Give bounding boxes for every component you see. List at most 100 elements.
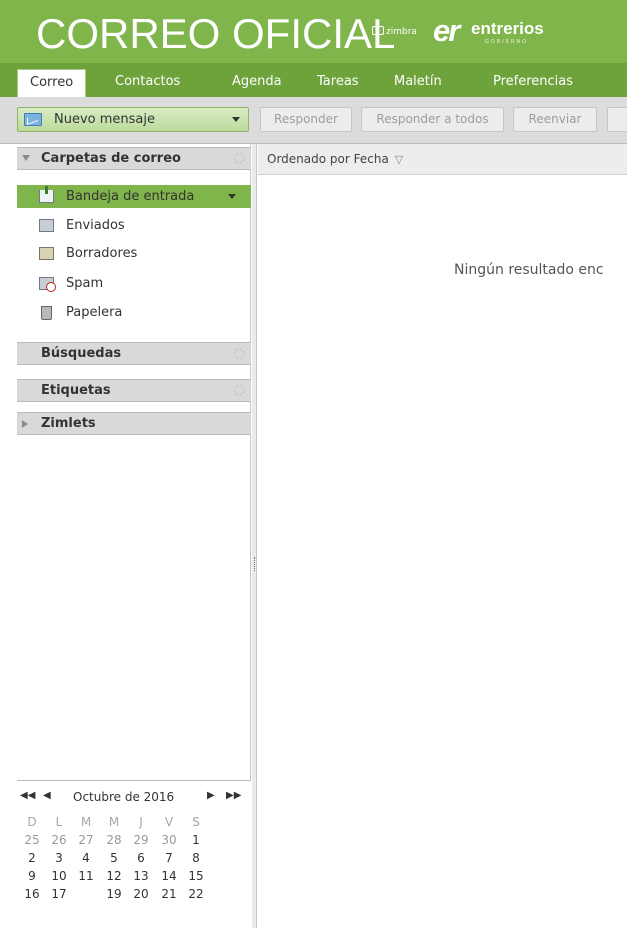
next-year-icon[interactable]: ▶▶ [226,790,241,801]
calendar-day[interactable]: 22 [184,885,208,903]
calendar-day[interactable]: 27 [74,831,98,849]
folder-label: Enviados [66,218,125,233]
calendar-weekday: M [108,815,120,829]
zimlets-label: Zimlets [41,416,96,431]
calendar-day[interactable]: 30 [157,831,181,849]
forward-button[interactable]: Reenviar [513,107,597,132]
calendar-header: ◀◀ ◀ Octubre de 2016 ▶ ▶▶ [17,781,251,813]
calendar-day[interactable]: 19 [102,885,126,903]
gear-icon[interactable] [234,385,245,396]
sort-bar[interactable]: Ordenado por Fecha ▽ [258,144,627,175]
spam-icon [39,277,56,292]
mini-calendar: ◀◀ ◀ Octubre de 2016 ▶ ▶▶ D L M M J V S 25 26 27 2… [17,780,251,928]
calendar-day[interactable]: 11 [74,867,98,885]
tab-preferencias[interactable]: Preferencias [481,69,585,97]
calendar-day[interactable]: 9 [20,867,44,885]
new-message-button[interactable]: Nuevo mensaje [17,107,249,132]
searches-header[interactable]: Búsquedas [17,342,251,365]
calendar-day[interactable]: 1 [184,831,208,849]
calendar-weekday: L [55,815,63,829]
calendar-day[interactable]: 21 [157,885,181,903]
calendar-weekday: S [192,815,200,829]
zimbra-icon [372,26,384,35]
calendar-day[interactable]: 26 [47,831,71,849]
calendar-day[interactable]: 25 [20,831,44,849]
calendar-day[interactable]: 20 [129,885,153,903]
folder-label: Borradores [66,246,138,261]
calendar-day[interactable]: 6 [129,849,153,867]
prev-month-icon[interactable]: ◀ [43,790,51,801]
tags-header[interactable]: Etiquetas [17,379,251,402]
calendar-day[interactable]: 5 [102,849,126,867]
app-header: CORREO OFICIAL zimbra er entrerios GOBIE… [0,0,627,63]
calendar-day[interactable]: 28 [102,831,126,849]
folder-trash[interactable]: Papelera [17,301,251,324]
calendar-week-row: 25 26 27 28 29 30 1 [17,831,251,849]
reply-all-button[interactable]: Responder a todos [361,107,504,132]
chevron-down-icon[interactable] [228,194,236,199]
zimlets-header[interactable]: Zimlets [17,412,251,435]
calendar-day[interactable]: 14 [157,867,181,885]
folder-sent[interactable]: Enviados [17,214,251,237]
pane-splitter[interactable] [252,144,257,928]
splitter-grip-icon[interactable] [254,557,256,571]
calendar-day[interactable]: 7 [157,849,181,867]
mail-toolbar: Nuevo mensaje Responder Responder a todo… [0,97,627,144]
gear-icon[interactable] [234,348,245,359]
calendar-day[interactable]: 13 [129,867,153,885]
folder-label: Spam [66,276,104,291]
sent-icon [39,219,54,232]
trash-icon [41,306,52,320]
gov-logo-name: entrerios [471,19,544,38]
calendar-day[interactable]: 4 [74,849,98,867]
new-message-label: Nuevo mensaje [54,112,155,127]
calendar-day[interactable]: 2 [20,849,44,867]
calendar-weekday: J [139,815,143,829]
drafts-icon [39,247,54,260]
brand-title: CORREO OFICIAL [36,10,396,57]
new-message-icon [24,113,42,126]
calendar-week-row: 16 17 19 20 21 22 [17,885,251,903]
calendar-day[interactable]: 12 [102,867,126,885]
mail-folders-header[interactable]: Carpetas de correo [17,147,251,170]
calendar-day[interactable]: 29 [129,831,153,849]
folder-label: Bandeja de entrada [66,189,195,204]
tab-contactos[interactable]: Contactos [103,69,192,97]
expand-icon[interactable] [22,420,28,428]
folder-label: Papelera [66,305,123,320]
folder-inbox[interactable]: Bandeja de entrada [17,185,251,208]
calendar-day[interactable]: 15 [184,867,208,885]
next-month-icon[interactable]: ▶ [207,790,215,801]
mail-folders-label: Carpetas de correo [41,151,181,166]
folder-spam[interactable]: Spam [17,272,251,295]
sort-label[interactable]: Ordenado por Fecha [267,152,389,166]
tab-tareas[interactable]: Tareas [305,69,371,97]
collapse-icon[interactable] [22,155,30,161]
calendar-weekday: M [80,815,92,829]
calendar-day[interactable]: 3 [47,849,71,867]
gov-logo: er entrerios GOBIERNO [433,15,561,47]
calendar-month-title[interactable]: Octubre de 2016 [73,790,174,804]
reply-button[interactable]: Responder [260,107,352,132]
app-tabs: Correo Contactos Agenda Tareas Maletín P… [0,63,627,97]
calendar-week-row: 9 10 11 12 13 14 15 [17,867,251,885]
tab-maletin[interactable]: Maletín [382,69,454,97]
tab-correo[interactable]: Correo [17,69,87,97]
empty-results-message: Ningún resultado enc [454,262,604,278]
sort-arrow-icon[interactable]: ▽ [395,153,403,166]
tab-agenda[interactable]: Agenda [220,69,294,97]
gov-logo-sub: GOBIERNO [485,39,529,45]
calendar-day[interactable]: 10 [47,867,71,885]
message-list-pane: Ordenado por Fecha ▽ Ningún resultado enc [258,144,627,928]
zimbra-label: zimbra [386,27,417,37]
more-button[interactable] [607,107,627,132]
folder-drafts[interactable]: Borradores [17,242,251,265]
calendar-day[interactable]: 16 [20,885,44,903]
calendar-day[interactable]: 17 [47,885,71,903]
gear-icon[interactable] [234,153,245,164]
calendar-day[interactable]: 8 [184,849,208,867]
calendar-weekday-row: DLMMJVS [17,813,251,831]
prev-year-icon[interactable]: ◀◀ [20,790,35,801]
chevron-down-icon[interactable] [232,117,240,122]
zimbra-logo: zimbra [372,26,417,37]
